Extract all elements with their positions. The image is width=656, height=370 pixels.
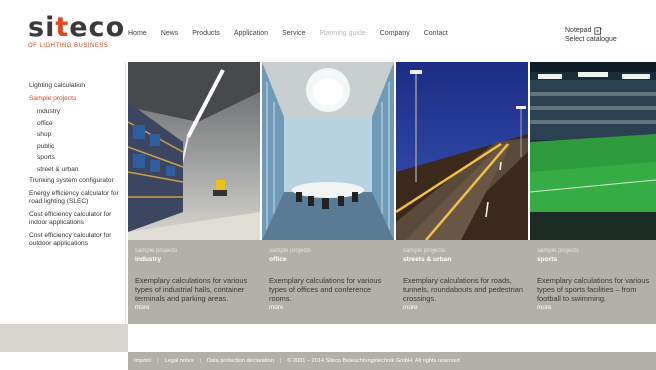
notepad-icon[interactable] — [594, 26, 603, 35]
footer-imprint-link[interactable]: Imprint — [134, 358, 151, 364]
logo-tagline: OF LIGHTING BUSINESS — [28, 43, 109, 49]
more-link[interactable]: more — [537, 304, 656, 311]
sidebar-item-lighting-calculation[interactable]: Lighting calculation — [29, 82, 121, 90]
sports-image[interactable] — [530, 62, 656, 240]
more-link[interactable]: more — [269, 304, 396, 311]
street-image[interactable] — [396, 62, 528, 240]
nav-company[interactable]: Company — [380, 30, 410, 37]
nav-home[interactable]: Home — [128, 30, 147, 37]
footer-separator: | — [157, 358, 159, 364]
nav-planning-guide[interactable]: Planning guide — [319, 30, 365, 37]
project-description: Exemplary calculations for various types… — [537, 276, 650, 303]
sidebar-footer-box — [0, 324, 128, 352]
select-catalogue-link[interactable]: Select catalogue — [565, 35, 617, 44]
project-column-streets: sample projects streets & urban Exemplar… — [396, 240, 530, 324]
siteco-logo[interactable]: siteco OF LIGHTING BUSINESS — [28, 12, 126, 50]
category-label: sample projects — [537, 248, 580, 254]
sidebar-subitem-office[interactable]: office — [29, 120, 121, 128]
footer-legal-link[interactable]: Legal notes — [165, 358, 194, 364]
sidebar-item-cost-efficiency-indoor[interactable]: Cost efficiency calculator for indoor ap… — [29, 211, 121, 227]
project-title[interactable]: office — [269, 256, 396, 263]
projects-band: sample projects industry Exemplary calcu… — [128, 240, 656, 324]
project-column-industry: sample projects industry Exemplary calcu… — [128, 240, 262, 324]
project-images — [128, 62, 656, 240]
sidebar-item-sample-projects[interactable]: Sample projects — [29, 95, 121, 103]
notepad-link[interactable]: Notepad — [565, 26, 591, 35]
notepad-area: Notepad Select catalogue — [565, 26, 617, 44]
category-label: sample projects — [135, 248, 178, 254]
footer-separator: | — [279, 358, 282, 364]
nav-products[interactable]: Products — [192, 30, 220, 37]
footer: Imprint | Legal notes | Data protection … — [128, 352, 656, 370]
project-description: Exemplary calculations for various types… — [269, 276, 382, 303]
nav-news[interactable]: News — [161, 30, 179, 37]
footer-copyright: © 2001 – 2014 Siteco Beleuchtungstechnik… — [287, 358, 460, 364]
sidebar-item-trunking-configurator[interactable]: Trunking system configurator — [29, 177, 121, 185]
sidebar: Lighting calculation Sample projects ind… — [0, 62, 126, 324]
sidebar-item-energy-efficiency-road[interactable]: Energy efficiency calculator for road li… — [29, 190, 121, 206]
project-description: Exemplary calculations for various types… — [135, 276, 248, 303]
sidebar-subitem-public[interactable]: public — [29, 143, 121, 151]
sidebar-subitem-industry[interactable]: industry — [29, 108, 121, 116]
more-link[interactable]: more — [135, 304, 262, 311]
project-title[interactable]: streets & urban — [403, 256, 530, 263]
top-navigation: Home News Products Application Service P… — [128, 30, 462, 37]
category-label: sample projects — [269, 248, 312, 254]
industry-image[interactable] — [128, 62, 260, 240]
sidebar-item-cost-efficiency-outdoor[interactable]: Cost efficiency calculator for outdoor a… — [29, 232, 121, 248]
project-title[interactable]: industry — [135, 256, 262, 263]
project-column-office: sample projects office Exemplary calcula… — [262, 240, 396, 324]
sidebar-subitem-shop[interactable]: shop — [29, 131, 121, 139]
footer-privacy-link[interactable]: Data protection declaration — [207, 358, 274, 364]
sidebar-subitem-sports[interactable]: sports — [29, 154, 121, 162]
nav-contact[interactable]: Contact — [424, 30, 448, 37]
footer-separator: | — [199, 358, 201, 364]
nav-application[interactable]: Application — [234, 30, 268, 37]
more-link[interactable]: more — [403, 304, 530, 311]
sidebar-subitem-street-urban[interactable]: street & urban — [29, 166, 121, 174]
project-column-sports: sample projects sports Exemplary calcula… — [530, 240, 656, 324]
logo-wordmark: siteco — [28, 12, 126, 43]
header: siteco OF LIGHTING BUSINESS Home News Pr… — [0, 0, 656, 62]
footer-left-blank — [0, 352, 128, 370]
category-label: sample projects — [403, 248, 446, 254]
office-image[interactable] — [262, 62, 394, 240]
project-title[interactable]: sports — [537, 256, 656, 263]
project-description: Exemplary calculations for roads, tunnel… — [403, 276, 523, 303]
nav-service[interactable]: Service — [282, 30, 305, 37]
